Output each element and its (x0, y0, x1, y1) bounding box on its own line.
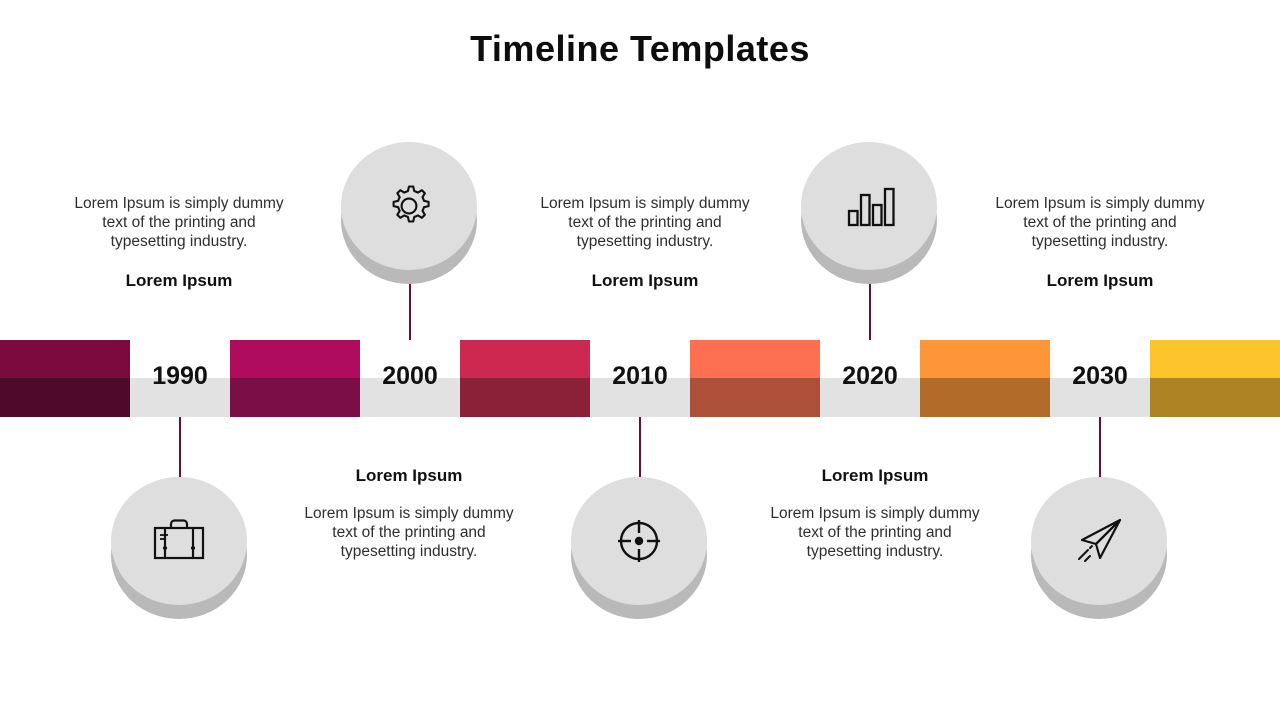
year-label-2020: 2020 (842, 362, 898, 390)
segment-bottom-fill (920, 378, 1050, 417)
gear-icon (381, 178, 437, 234)
text-block-heading: Lorem Ipsum (591, 271, 699, 290)
segment-bottom-fill (230, 378, 360, 417)
segment-top-fill (690, 340, 820, 378)
timeline-segment-1 (0, 340, 130, 417)
connector-line-1990 (179, 417, 181, 482)
year-label-1990: 1990 (152, 362, 208, 390)
timeline-segment-4 (690, 340, 820, 417)
milestone-circle-paper-plane[interactable] (1031, 477, 1167, 619)
text-block-body: Lorem Ipsum is simply dummy text of the … (995, 195, 1205, 250)
connector-line-2030 (1099, 417, 1101, 482)
coin-face (571, 477, 707, 605)
year-label-2030: 2030 (1072, 362, 1128, 390)
page-title: Timeline Templates (470, 28, 810, 69)
text-block-body: Lorem Ipsum is simply dummy text of the … (304, 505, 514, 560)
text-block-heading: Lorem Ipsum (1046, 271, 1154, 290)
text-block-bottom-right: Lorem Ipsum Lorem Ipsum is simply dummy … (760, 466, 990, 561)
text-block-top-center: Lorem Ipsum is simply dummy text of the … (530, 194, 760, 291)
timeline-segment-3 (460, 340, 590, 417)
coin-face (111, 477, 247, 605)
coin-face (801, 142, 937, 270)
year-label-2000: 2000 (382, 362, 438, 390)
segment-bottom-fill (460, 378, 590, 417)
year-label-2010: 2010 (612, 362, 668, 390)
segment-top-fill (920, 340, 1050, 378)
timeline-segment-5 (920, 340, 1050, 417)
timeline-segment-2 (230, 340, 360, 417)
text-block-heading: Lorem Ipsum (125, 271, 233, 290)
text-block-body: Lorem Ipsum is simply dummy text of the … (770, 505, 980, 560)
text-block-bottom-left: Lorem Ipsum Lorem Ipsum is simply dummy … (294, 466, 524, 561)
connector-line-2000 (409, 275, 411, 340)
milestone-circle-gear[interactable] (341, 142, 477, 284)
text-block-heading: Lorem Ipsum (355, 466, 463, 485)
connector-line-2020 (869, 275, 871, 340)
segment-top-fill (230, 340, 360, 378)
timeline-segment-6 (1150, 340, 1280, 417)
segment-top-fill (0, 340, 130, 378)
milestone-circle-target[interactable] (571, 477, 707, 619)
text-block-body: Lorem Ipsum is simply dummy text of the … (74, 195, 284, 250)
segment-bottom-fill (690, 378, 820, 417)
paper-plane-icon (1070, 512, 1128, 570)
milestone-circle-bar-chart[interactable] (801, 142, 937, 284)
bar-chart-icon (843, 180, 895, 232)
briefcase-icon (150, 515, 208, 567)
segment-top-fill (1150, 340, 1280, 378)
text-block-top-left: Lorem Ipsum is simply dummy text of the … (64, 194, 294, 291)
text-block-heading: Lorem Ipsum (821, 466, 929, 485)
coin-face (341, 142, 477, 270)
segment-top-fill (460, 340, 590, 378)
connector-line-2010 (639, 417, 641, 482)
segment-bottom-fill (1150, 378, 1280, 417)
coin-face (1031, 477, 1167, 605)
text-block-body: Lorem Ipsum is simply dummy text of the … (540, 195, 750, 250)
milestone-circle-briefcase[interactable] (111, 477, 247, 619)
text-block-top-right: Lorem Ipsum is simply dummy text of the … (985, 194, 1215, 291)
segment-bottom-fill (0, 378, 130, 417)
target-icon (611, 513, 667, 569)
